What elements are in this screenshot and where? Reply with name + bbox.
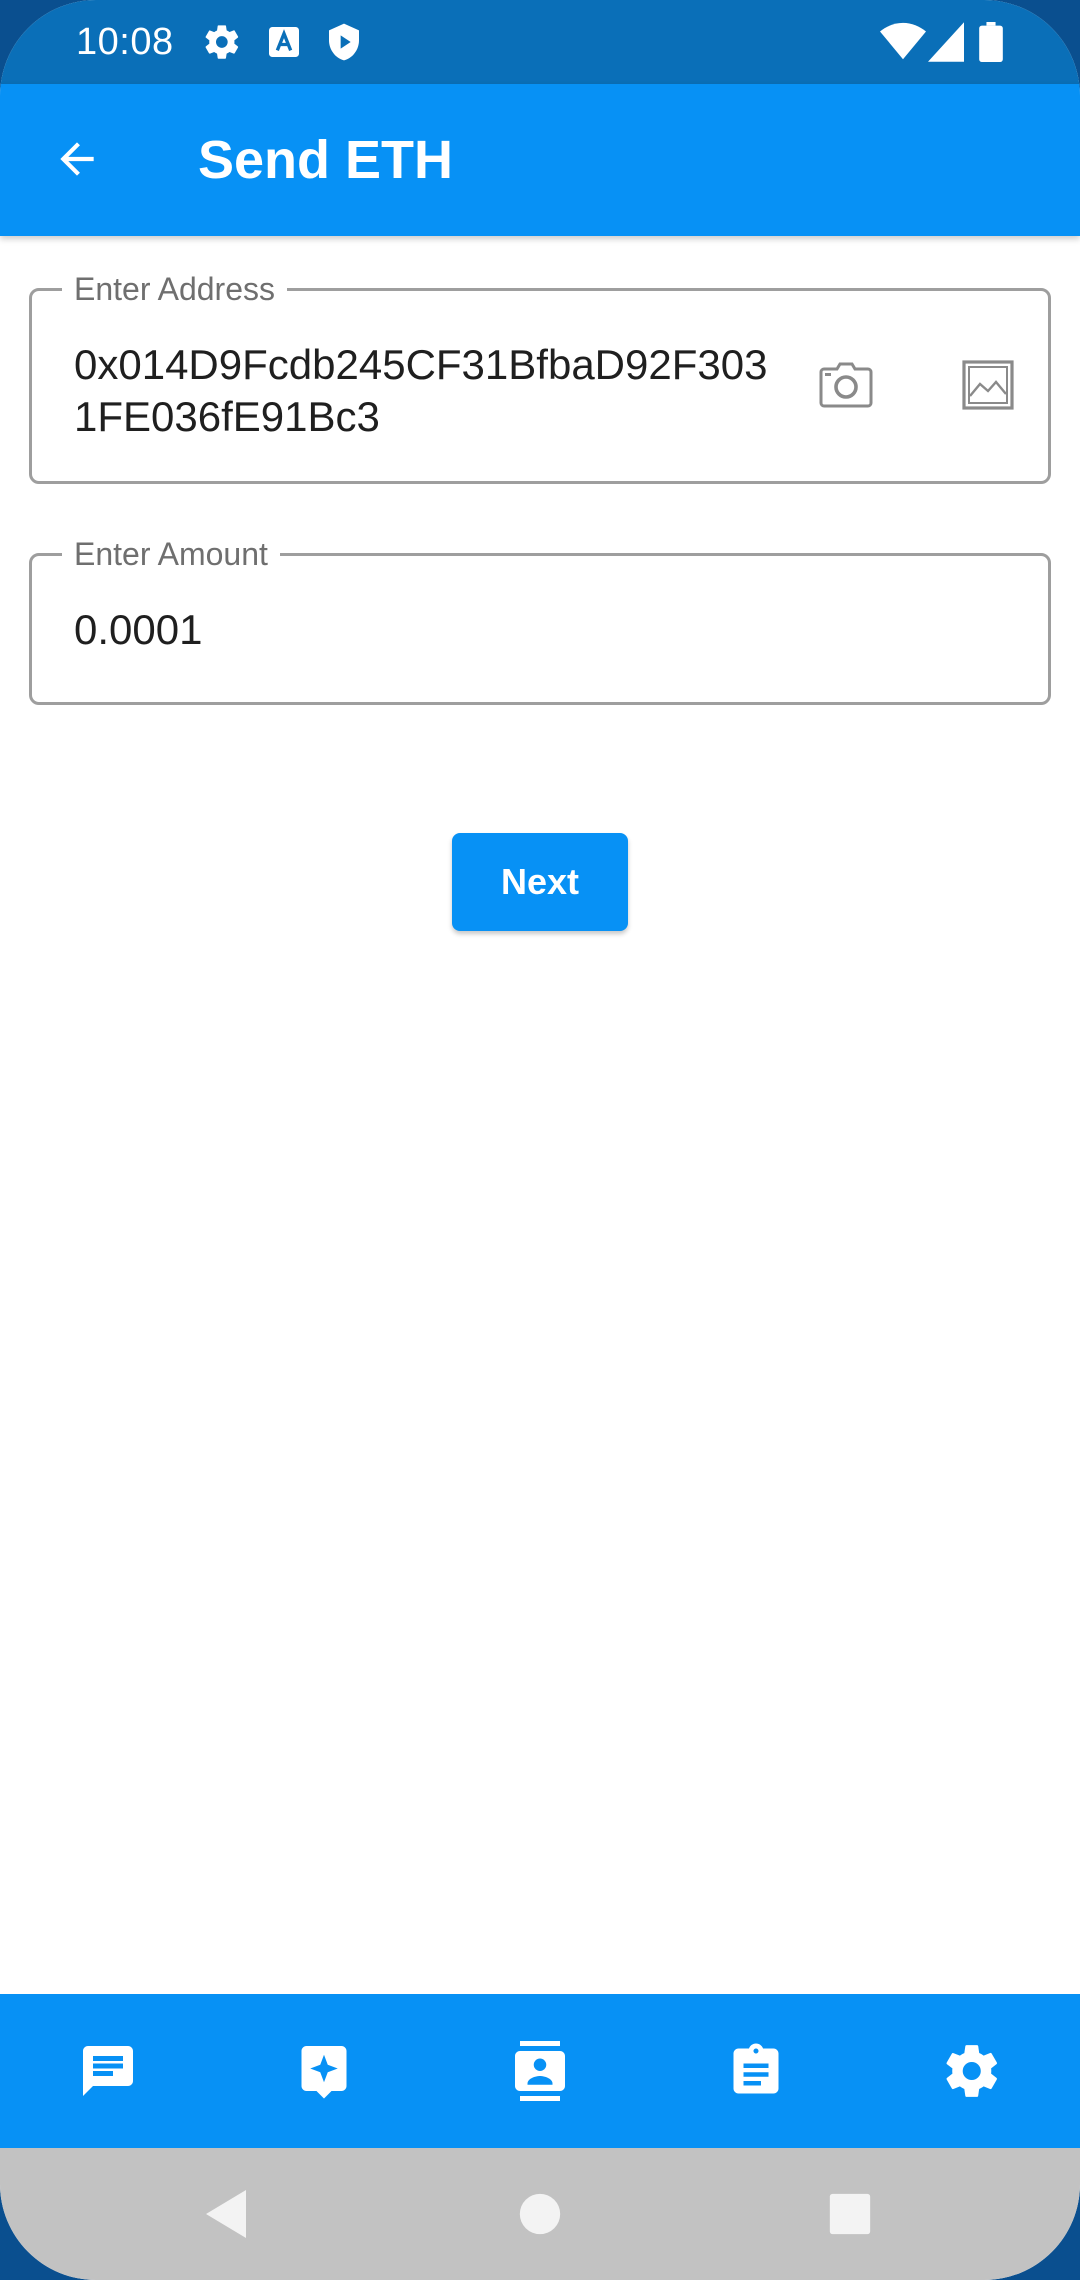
- wifi-icon: [880, 22, 926, 62]
- amount-input[interactable]: 0.0001: [74, 604, 974, 656]
- sparkle-icon[interactable]: [286, 2033, 362, 2109]
- app-bar: Send ETH: [0, 84, 1080, 236]
- address-label: Enter Address: [62, 269, 287, 309]
- back-triangle-icon[interactable]: [194, 2182, 258, 2246]
- status-bar: 10:08: [0, 0, 1080, 84]
- system-nav: [0, 2148, 1080, 2280]
- chat-icon[interactable]: [70, 2033, 146, 2109]
- gear-icon: [202, 22, 242, 62]
- status-time: 10:08: [76, 21, 174, 63]
- recents-square-icon[interactable]: [818, 2182, 882, 2246]
- settings-icon[interactable]: [934, 2033, 1010, 2109]
- amount-label: Enter Amount: [62, 534, 280, 574]
- phone-screen: 10:08 Send ETH Enter Address 0x014D9Fcdb…: [0, 0, 1080, 2280]
- back-button[interactable]: [38, 122, 116, 200]
- font-icon: [264, 22, 304, 62]
- contact-icon[interactable]: [502, 2033, 578, 2109]
- image-icon[interactable]: [956, 353, 1020, 417]
- amount-field[interactable]: Enter Amount 0.0001: [29, 534, 1051, 705]
- arrow-left-icon: [52, 134, 102, 189]
- address-field[interactable]: Enter Address 0x014D9Fcdb245CF31BfbaD92F…: [29, 269, 1051, 484]
- next-button[interactable]: Next: [452, 833, 628, 931]
- home-circle-icon[interactable]: [508, 2182, 572, 2246]
- clipboard-icon[interactable]: [718, 2033, 794, 2109]
- signal-icon: [928, 22, 964, 62]
- shield-icon: [324, 22, 364, 62]
- bottom-nav: [0, 1994, 1080, 2148]
- page-title: Send ETH: [198, 130, 454, 190]
- camera-icon[interactable]: [814, 353, 878, 417]
- battery-icon: [978, 22, 1004, 62]
- address-input[interactable]: 0x014D9Fcdb245CF31BfbaD92F3031FE036fE91B…: [74, 339, 774, 443]
